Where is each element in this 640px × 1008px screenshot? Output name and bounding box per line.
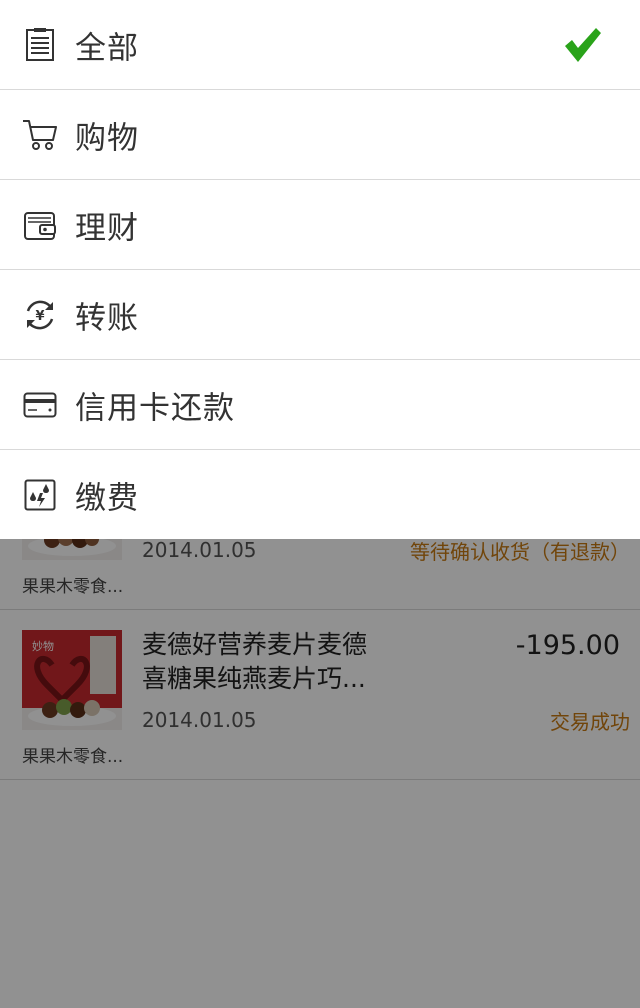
menu-item-transfer[interactable]: ¥ 转账 xyxy=(0,270,640,360)
menu-item-label: 转账 xyxy=(75,300,139,336)
menu-item-shopping[interactable]: 购物 xyxy=(0,90,640,180)
menu-item-label: 信用卡还款 xyxy=(75,390,235,426)
filter-menu: 全部 购物 理财 ¥ 转账 信用卡还款 缴费 xyxy=(0,0,640,539)
menu-item-label: 全部 xyxy=(75,30,139,66)
svg-text:¥: ¥ xyxy=(35,309,44,324)
menu-item-all[interactable]: 全部 xyxy=(0,0,640,90)
menu-item-label: 缴费 xyxy=(75,480,139,516)
menu-item-utility-bill[interactable]: 缴费 xyxy=(0,450,640,539)
list-icon xyxy=(22,27,58,63)
menu-item-finance[interactable]: 理财 xyxy=(0,180,640,270)
menu-item-label: 理财 xyxy=(75,210,139,246)
credit-card-icon xyxy=(22,387,58,423)
menu-item-label: 购物 xyxy=(75,120,139,156)
utility-bill-icon xyxy=(22,477,58,513)
wallet-icon xyxy=(22,207,58,243)
cart-icon xyxy=(22,117,58,153)
checkmark-icon xyxy=(562,25,602,65)
transfer-icon: ¥ xyxy=(22,297,58,333)
menu-item-credit-card[interactable]: 信用卡还款 xyxy=(0,360,640,450)
